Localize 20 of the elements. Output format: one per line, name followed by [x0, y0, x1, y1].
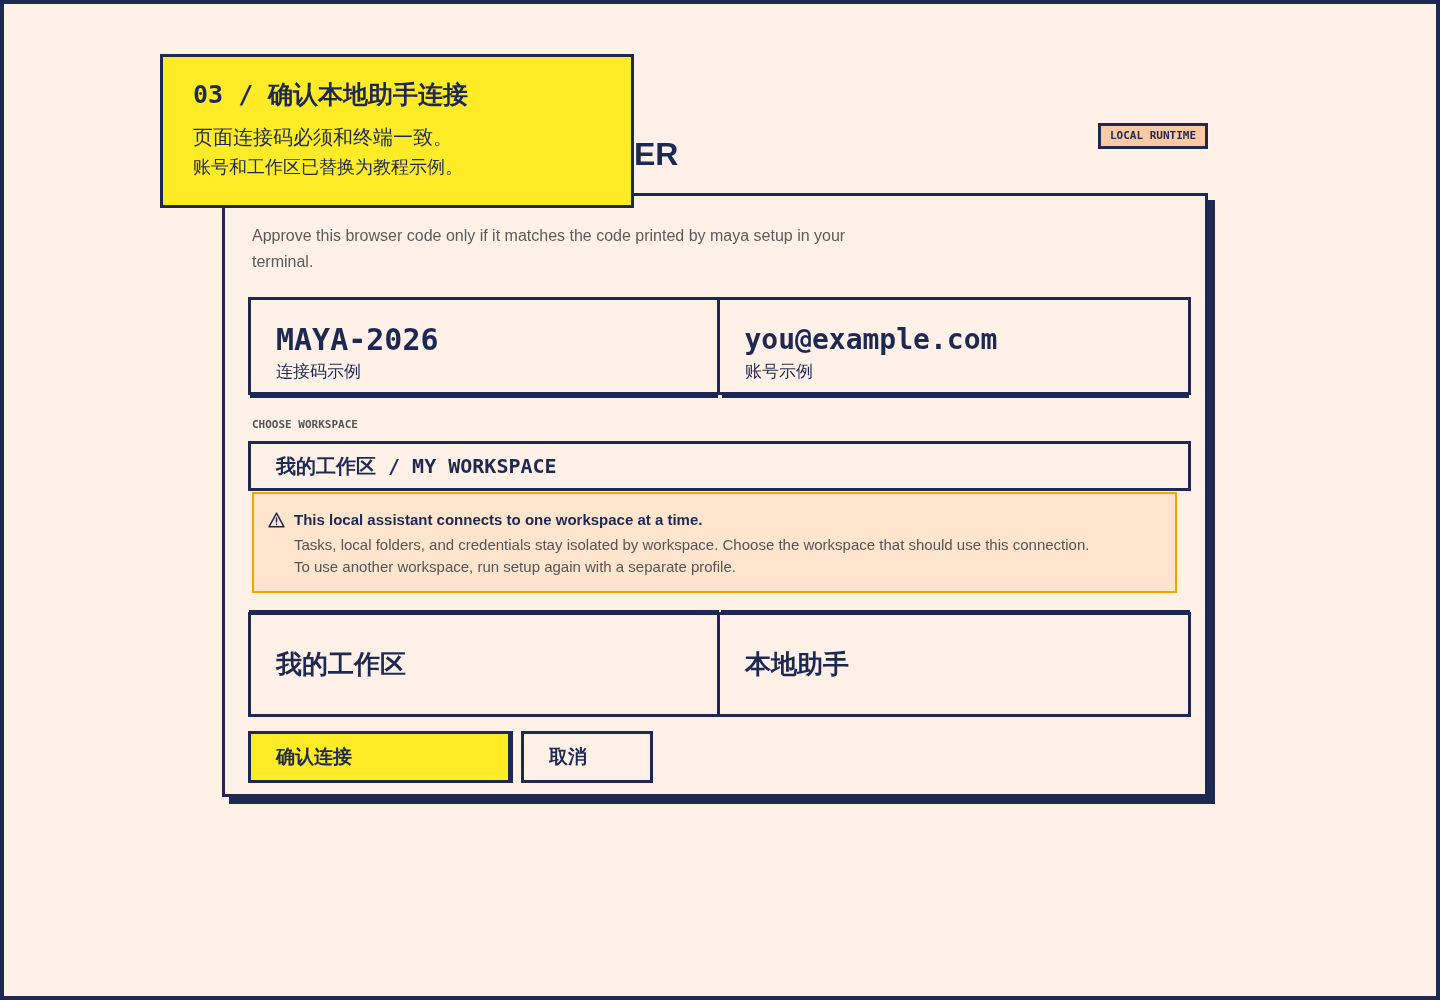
connection-code: MAYA-2026 [276, 322, 440, 358]
warning-title: This local assistant connects to one workspace at a time. [294, 510, 704, 530]
callout-title: 03 / 确认本地助手连接 [193, 79, 470, 111]
summary-tile: 我的工作区 [248, 612, 720, 717]
runtime-badge: LOCAL RUNTIME [1097, 123, 1208, 149]
cancel-button[interactable]: 取消 [521, 731, 653, 783]
callout-text: 页面连接码必须和终端一致。 [193, 125, 454, 150]
page-heading: ER [634, 135, 679, 174]
confirm-button[interactable]: 确认连接 [248, 731, 511, 783]
tile-caption: 账号示例 [744, 361, 814, 383]
workspace-select[interactable]: 我的工作区 / MY WORKSPACE [248, 441, 1191, 491]
warning-icon [268, 512, 285, 528]
description-text: Approve this browser code only if it matches the code printed by maya setup in your terminal. [252, 226, 847, 272]
warning-text: To use another workspace, run setup again with a separate profile. [294, 557, 737, 577]
account-email: you@example.com [744, 322, 999, 358]
callout-text: 账号和工作区已替换为教程示例。 [193, 156, 464, 179]
summary-tile: 本地助手 [719, 612, 1191, 717]
warning-text: Tasks, local folders, and credentials stay isolated by workspace. Choose the workspace that should use this connection. [294, 535, 1090, 555]
tile-caption: 连接码示例 [276, 361, 362, 383]
field-label: CHOOSE WORKSPACE [252, 418, 359, 432]
